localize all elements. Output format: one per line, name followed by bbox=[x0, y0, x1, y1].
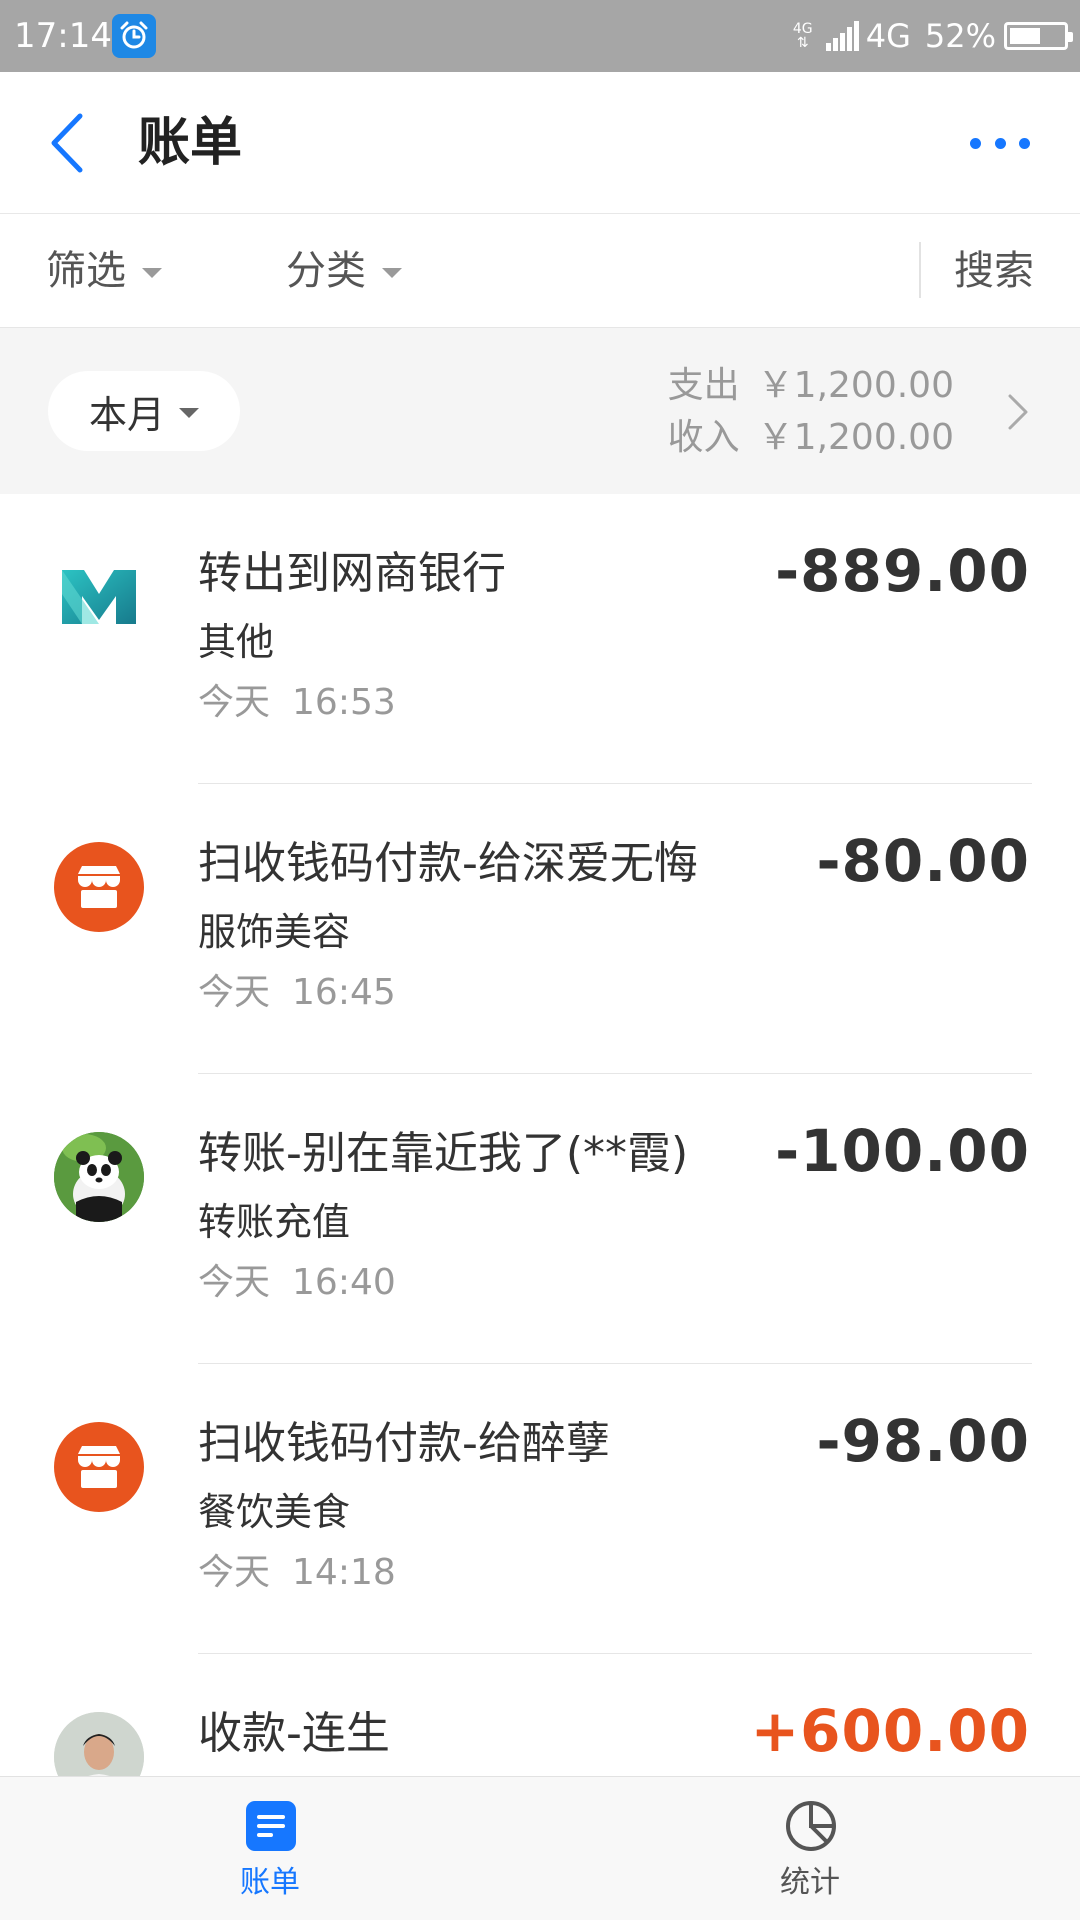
transaction-amount: -98.00 bbox=[816, 1407, 1030, 1475]
tab-stats-label: 统计 bbox=[780, 1865, 840, 1900]
more-button[interactable] bbox=[970, 130, 1030, 156]
chevron-left-icon bbox=[51, 113, 83, 173]
transaction-time: 今天 14:18 bbox=[198, 1552, 396, 1593]
more-dots-icon bbox=[970, 137, 981, 149]
category-label: 分类 bbox=[286, 248, 366, 294]
transaction-time: 今天 16:40 bbox=[198, 1262, 396, 1303]
filter-bar: 筛选 分类 搜索 bbox=[0, 214, 1080, 328]
signal-icon bbox=[825, 21, 859, 51]
battery-icon bbox=[1004, 22, 1073, 50]
expense-label: 支出 bbox=[667, 365, 740, 406]
tab-bill-label: 账单 bbox=[240, 1865, 300, 1900]
pie-chart-icon bbox=[786, 1801, 836, 1851]
transaction-amount: -100.00 bbox=[775, 1117, 1030, 1185]
bill-list-icon bbox=[246, 1801, 296, 1851]
transaction-title: 收款-连生 bbox=[198, 1708, 390, 1759]
shop-icon bbox=[54, 842, 144, 932]
transaction-time: 今天 16:53 bbox=[198, 682, 396, 723]
transaction-category: 其他 bbox=[198, 620, 275, 664]
caret-down-icon bbox=[382, 268, 402, 278]
transaction-row[interactable]: 转账-别在靠近我了(**霞) 转账充值 今天 16:40 -100.00 bbox=[0, 1074, 1080, 1364]
battery-level-fill bbox=[1010, 28, 1041, 44]
category-dropdown[interactable]: 分类 bbox=[286, 246, 402, 296]
search-button[interactable]: 搜索 bbox=[954, 246, 1034, 296]
transaction-title: 转出到网商银行 bbox=[198, 548, 506, 599]
page-title: 账单 bbox=[138, 113, 243, 173]
filter-dropdown[interactable]: 筛选 bbox=[46, 246, 162, 296]
transaction-title: 扫收钱码付款-给深爱无悔 bbox=[198, 838, 698, 889]
status-indicators: 4G ⇅ 4G 52% bbox=[790, 14, 1073, 58]
transaction-amount: -889.00 bbox=[775, 537, 1030, 605]
transaction-amount: +600.00 bbox=[750, 1697, 1030, 1765]
chevron-right-icon bbox=[1008, 394, 1028, 430]
transaction-list: 转出到网商银行 其他 今天 16:53 -889.00 扫收钱码付款-给深爱无悔 … bbox=[0, 494, 1080, 1776]
income-label: 收入 bbox=[667, 417, 740, 458]
income-total: 收入 ￥1,200.00 bbox=[668, 412, 954, 464]
filter-label: 筛选 bbox=[46, 248, 126, 294]
transaction-category: 服饰美容 bbox=[198, 910, 351, 954]
caret-down-icon bbox=[142, 268, 162, 278]
network-type: 4G bbox=[865, 17, 911, 55]
month-label: 本月 bbox=[88, 392, 165, 437]
summary-totals: 支出 ￥1,200.00 收入 ￥1,200.00 bbox=[668, 360, 954, 464]
transaction-time: 今天 16:45 bbox=[198, 972, 396, 1013]
month-summary[interactable]: 本月 支出 ￥1,200.00 收入 ￥1,200.00 bbox=[0, 328, 1080, 494]
shop-icon bbox=[54, 1422, 144, 1512]
status-bar: 17:14 4G ⇅ 4G 52% bbox=[0, 0, 1080, 72]
mybank-logo-icon bbox=[54, 552, 144, 642]
tab-bill[interactable]: 账单 bbox=[0, 1777, 540, 1920]
transaction-row[interactable]: 收款-连生 +600.00 bbox=[0, 1654, 1080, 1776]
app-header: 账单 bbox=[0, 72, 1080, 214]
bottom-tab-bar: 账单 统计 bbox=[0, 1776, 1080, 1920]
caret-down-icon bbox=[179, 408, 199, 418]
expense-total: 支出 ￥1,200.00 bbox=[668, 360, 954, 412]
transaction-category: 转账充值 bbox=[198, 1200, 351, 1244]
network-type-small: 4G ⇅ bbox=[792, 21, 813, 51]
transaction-title: 转账-别在靠近我了(**霞) bbox=[198, 1128, 689, 1179]
person-avatar bbox=[54, 1712, 144, 1776]
transaction-row[interactable]: 扫收钱码付款-给深爱无悔 服饰美容 今天 16:45 -80.00 bbox=[0, 784, 1080, 1074]
transaction-amount: -80.00 bbox=[816, 827, 1030, 895]
alarm-clock-icon bbox=[112, 14, 156, 58]
filter-divider bbox=[919, 242, 921, 298]
month-selector[interactable]: 本月 bbox=[48, 371, 240, 451]
expense-value: ￥1,200.00 bbox=[757, 365, 954, 406]
income-value: ￥1,200.00 bbox=[757, 417, 954, 458]
transaction-row[interactable]: 扫收钱码付款-给醉孽 餐饮美食 今天 14:18 -98.00 bbox=[0, 1364, 1080, 1654]
battery-percent: 52% bbox=[924, 17, 996, 55]
transaction-title: 扫收钱码付款-给醉孽 bbox=[198, 1418, 610, 1469]
panda-avatar bbox=[54, 1132, 144, 1222]
tab-stats[interactable]: 统计 bbox=[540, 1777, 1080, 1920]
status-time: 17:14 bbox=[14, 16, 112, 56]
transaction-category: 餐饮美食 bbox=[198, 1490, 351, 1534]
transaction-row[interactable]: 转出到网商银行 其他 今天 16:53 -889.00 bbox=[0, 494, 1080, 784]
back-button[interactable] bbox=[40, 108, 100, 178]
